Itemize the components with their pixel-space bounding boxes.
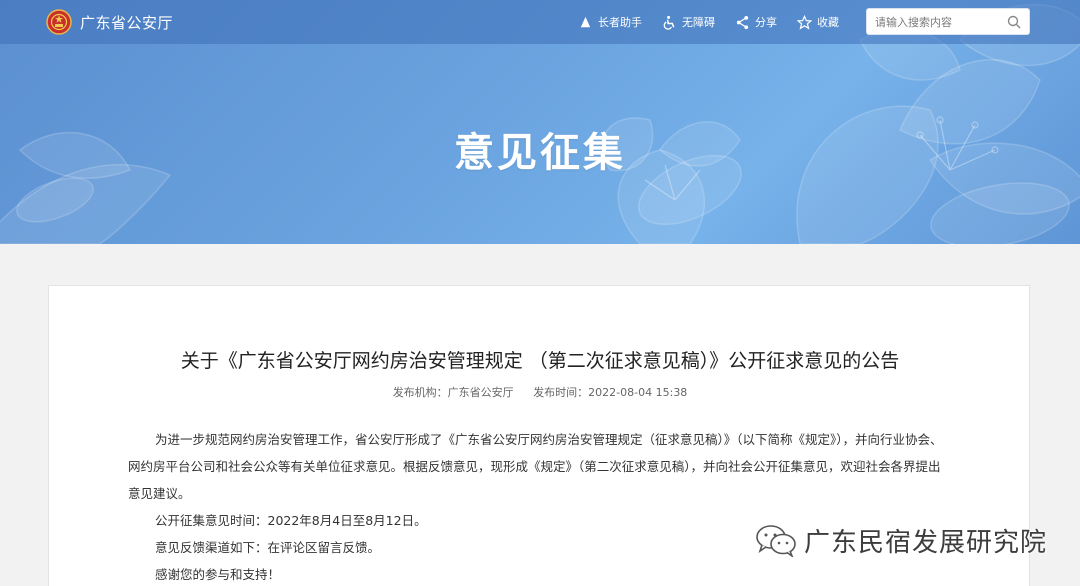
article-paragraph: 为进一步规范网约房治安管理工作，省公安厅形成了《广东省公安厅网约房治安管理规定（… — [128, 432, 943, 501]
article-time: 发布时间：2022-08-04 15:38 — [533, 386, 688, 399]
accessibility-label: 无障碍 — [682, 16, 715, 29]
banner-title: 意见征集 — [454, 130, 626, 176]
article-title: 关于《广东省公安厅网约房治安管理规定 （第二次征求意见稿）》公开征求意见的公告 — [180, 350, 900, 372]
toolbar: 长者助手 无障碍 分享 收藏 — [578, 12, 859, 32]
watermark: 广东民宿发展研究院 — [754, 520, 1047, 560]
elder-assistant-label: 长者助手 — [598, 16, 642, 29]
watermark-text: 广东民宿发展研究院 — [804, 527, 1048, 558]
share-label: 分享 — [755, 16, 777, 29]
site-brand[interactable]: 广东省公安厅 — [46, 9, 173, 35]
accessibility-button[interactable]: 无障碍 — [662, 14, 715, 30]
banner: 广东省公安厅 长者助手 无障碍 分享 收藏 意见征集 — [0, 0, 1080, 244]
wechat-icon — [756, 525, 796, 557]
share-button[interactable]: 分享 — [735, 14, 777, 30]
top-navigation-bar: 广东省公安厅 长者助手 无障碍 分享 收藏 — [0, 0, 1080, 44]
search-icon[interactable] — [1007, 15, 1021, 29]
search-box — [866, 8, 1030, 35]
favorite-button[interactable]: 收藏 — [797, 14, 839, 30]
article-body: 为进一步规范网约房治安管理工作，省公安厅形成了《广东省公安厅网约房治安管理规定（… — [128, 426, 948, 586]
article-meta: 发布机构：广东省公安厅 发布时间：2022-08-04 15:38 — [49, 384, 1031, 400]
share-icon — [736, 15, 749, 29]
site-name: 广东省公安厅 — [80, 13, 174, 32]
star-icon — [797, 14, 812, 30]
elder-assistant-button[interactable]: 长者助手 — [578, 14, 642, 30]
article-paragraph: 感谢您的参与和支持！ — [155, 567, 281, 582]
elder-icon — [580, 16, 591, 27]
article-publisher: 发布机构：广东省公安厅 — [392, 386, 514, 399]
national-emblem-icon — [46, 9, 72, 35]
favorite-label: 收藏 — [817, 16, 839, 29]
accessibility-icon — [663, 15, 675, 30]
search-input[interactable] — [875, 13, 1003, 31]
